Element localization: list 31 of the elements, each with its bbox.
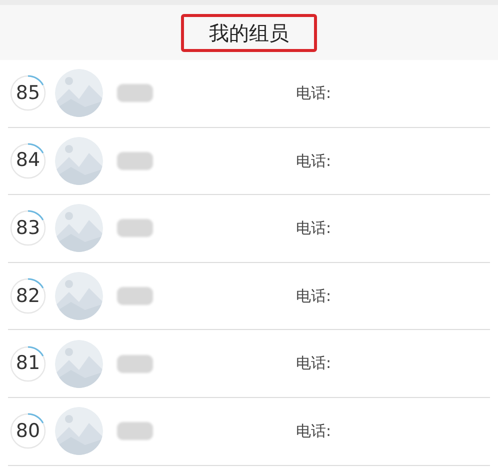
phone-label: 电话: (296, 421, 332, 442)
score-value: 83 (16, 218, 40, 238)
member-row[interactable]: 80 电话: (8, 398, 490, 466)
member-row[interactable]: 83 电话: (8, 195, 490, 263)
score-ring (10, 413, 46, 450)
member-row[interactable]: 84 电话: (8, 128, 490, 196)
phone-label: 电话: (296, 83, 332, 104)
redacted-name (117, 354, 153, 373)
redacted-name (117, 219, 153, 238)
score-value: 80 (16, 422, 40, 441)
phone-label: 电话: (296, 353, 332, 374)
score-ring (10, 346, 46, 382)
score-ring (10, 278, 46, 314)
redacted-name (117, 287, 153, 306)
member-row[interactable]: 85 电话: (8, 60, 490, 128)
redacted-name (117, 422, 153, 440)
redacted-name (117, 152, 153, 170)
score-value: 84 (16, 151, 40, 170)
score-ring (10, 210, 46, 246)
score-value: 82 (16, 286, 40, 306)
page-title: 我的组员 (209, 20, 289, 46)
redacted-name (117, 84, 153, 102)
score-ring (10, 142, 46, 179)
score-value: 85 (16, 84, 40, 103)
phone-label: 电话: (296, 150, 332, 172)
member-row[interactable]: 82 电话: (8, 262, 490, 330)
phone-label: 电话: (296, 286, 332, 307)
score-ring (10, 75, 46, 112)
phone-label: 电话: (296, 218, 332, 240)
score-value: 81 (16, 354, 40, 374)
member-row[interactable]: 81 电话: (8, 330, 490, 398)
